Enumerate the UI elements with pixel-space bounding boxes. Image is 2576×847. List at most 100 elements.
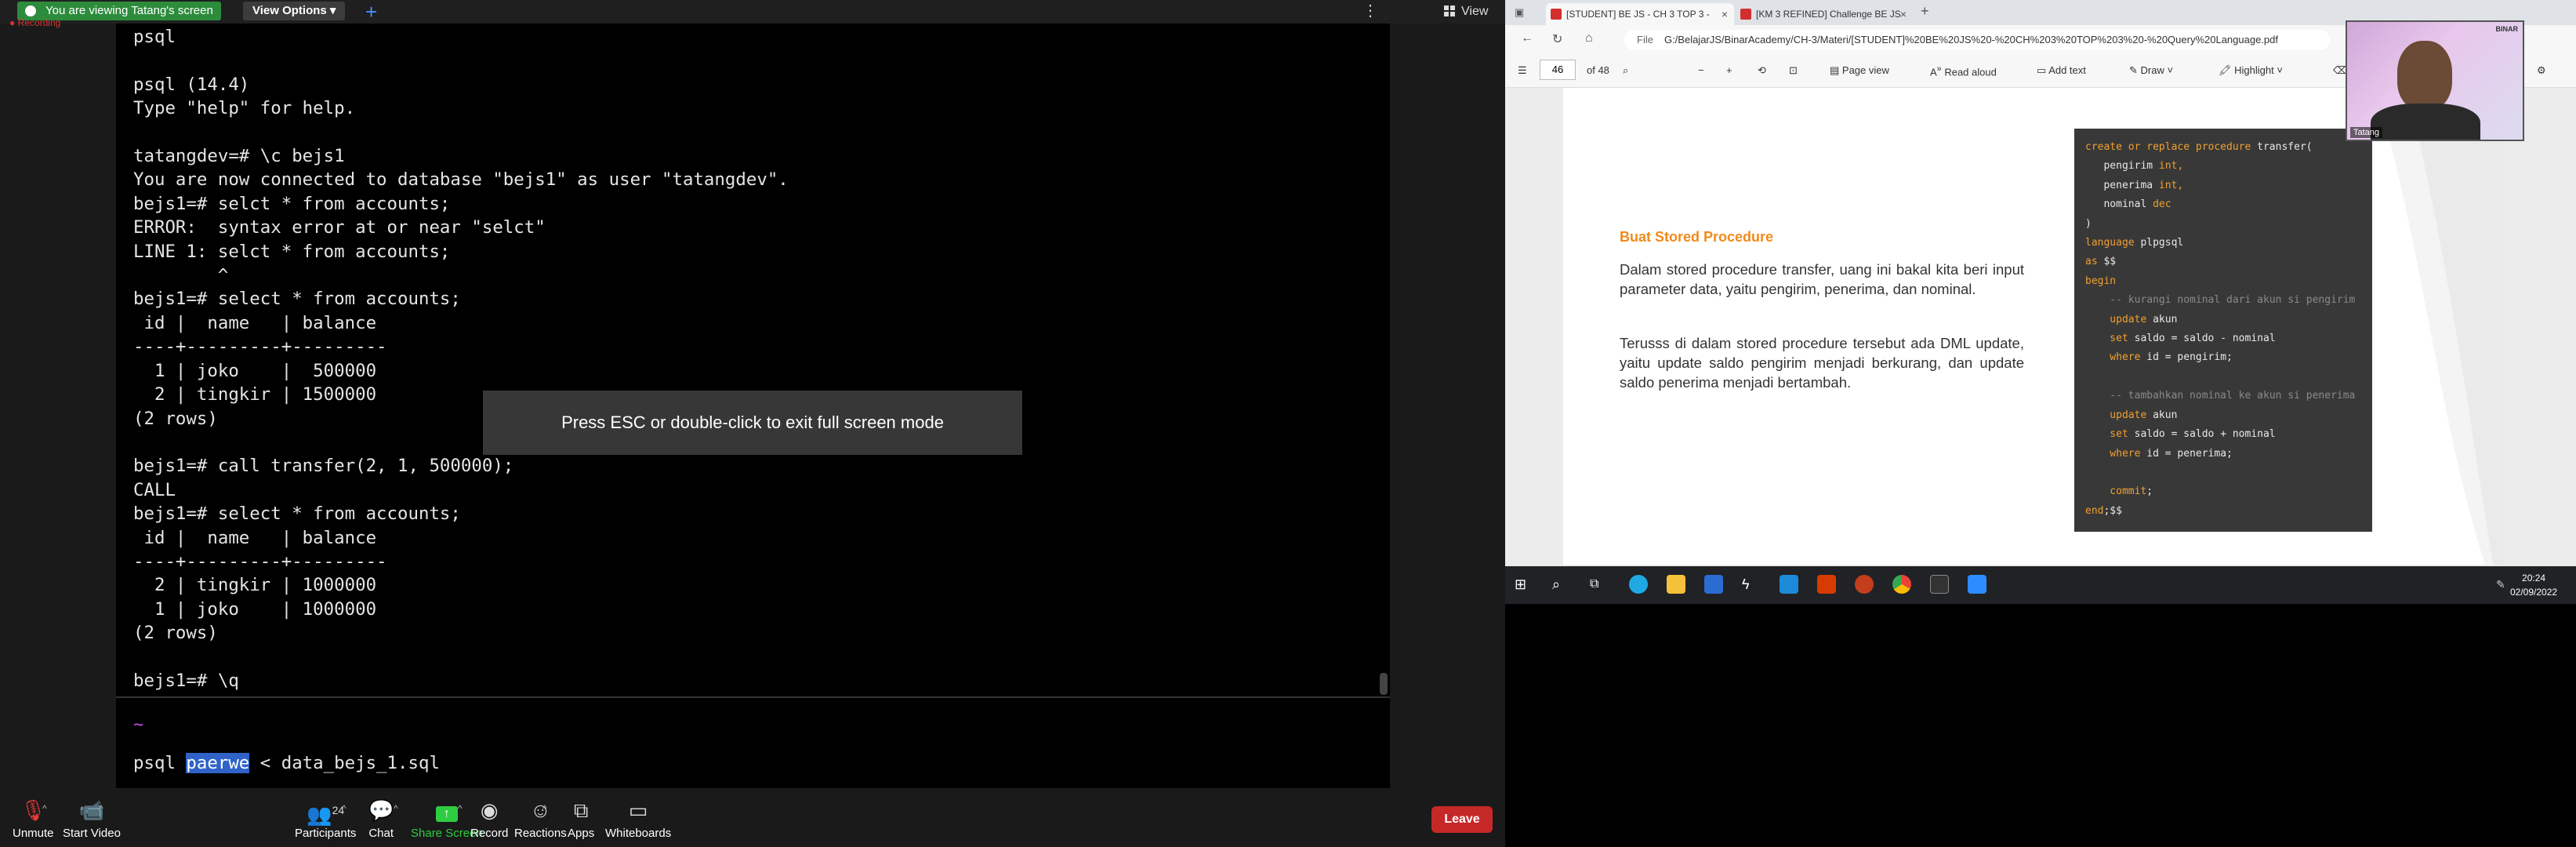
terminal-line: id | name | balance: [133, 527, 377, 548]
file-label: File: [1637, 34, 1653, 45]
draw-button[interactable]: ✎ Draw ˅: [2129, 64, 2173, 77]
paragraph: Dalam stored procedure transfer, uang in…: [1620, 261, 2024, 297]
edge-icon[interactable]: [1629, 575, 1648, 594]
chat-icon: 💬: [368, 798, 394, 822]
search-icon[interactable]: ⌕: [1623, 64, 1628, 77]
close-tab-icon[interactable]: ×: [1900, 3, 1907, 25]
terminal-line: bejs1=# \q: [133, 670, 239, 691]
chrome-icon[interactable]: [1892, 575, 1911, 594]
read-aloud-button[interactable]: A» Read aloud: [1930, 64, 1997, 78]
view-button[interactable]: View: [1444, 5, 1488, 19]
participants-button[interactable]: 👥24 Participants: [295, 798, 356, 840]
highlight-button[interactable]: 🖍 Highlight ˅: [2219, 64, 2283, 77]
back-icon[interactable]: ←: [1521, 31, 1533, 45]
winamp-icon[interactable]: ϟ: [1742, 575, 1761, 594]
add-text-button[interactable]: ▭ Add text: [2037, 64, 2086, 77]
terminal-line: You are now connected to database "bejs1…: [133, 169, 789, 191]
share-caret[interactable]: ^: [458, 803, 463, 814]
terminal-line: ERROR: syntax error at or near "selct": [133, 217, 546, 238]
home-icon[interactable]: ⌂: [1585, 31, 1593, 45]
windows-start-icon[interactable]: ⊞: [1515, 575, 1533, 594]
view-options-button[interactable]: View Options ▾: [243, 2, 346, 20]
whiteboards-button[interactable]: ▭ Whiteboards: [605, 798, 671, 840]
record-button[interactable]: ◉ Record: [470, 798, 508, 840]
webcam-thumbnail[interactable]: BINAR Tatang: [2346, 20, 2524, 141]
reactions-caret[interactable]: ^: [542, 803, 547, 814]
rotate-icon[interactable]: ⟲: [1758, 64, 1766, 77]
zoom-out-icon[interactable]: −: [1698, 64, 1704, 76]
webcam-name: Tatang: [2350, 127, 2383, 138]
terminal-output: psql psql (14.4) Type "help" for help. ta…: [133, 25, 1372, 693]
terminal-line: Type "help" for help.: [133, 98, 356, 119]
chat-caret[interactable]: ^: [394, 803, 398, 814]
terminal-line: bejs1=# select * from accounts;: [133, 289, 461, 310]
apps-icon: ⧉: [573, 798, 589, 822]
record-icon: ◉: [480, 798, 499, 822]
paragraph: Terusss di dalam stored procedure terseb…: [1620, 335, 2024, 391]
unmute-button[interactable]: 🎙 Unmute: [13, 798, 54, 840]
pdf-icon: [1551, 9, 1562, 20]
terminal-line: id | name | balance: [133, 312, 377, 333]
refresh-icon[interactable]: ↻: [1552, 31, 1562, 47]
leave-button[interactable]: Leave: [1431, 806, 1493, 833]
terminal-icon[interactable]: [1930, 575, 1949, 594]
apps-button[interactable]: ⧉ Apps: [568, 798, 594, 840]
terminal-line: bejs1=# select * from accounts;: [133, 503, 461, 525]
person-body: [2371, 104, 2480, 140]
person-head: [2397, 41, 2452, 110]
terminal-line: ----+---------+---------: [133, 336, 387, 358]
new-tab-icon[interactable]: +: [1921, 3, 1929, 20]
participants-caret[interactable]: ^: [342, 803, 346, 814]
terminal-line: LINE 1: selct * from accounts;: [133, 241, 451, 262]
file-explorer-icon[interactable]: [1667, 575, 1685, 594]
start-video-button[interactable]: 📹 Start Video: [63, 798, 121, 840]
terminal-line: ^: [133, 265, 229, 286]
zoom-in-icon[interactable]: +: [1726, 64, 1732, 76]
code-text: create or replace procedure transfer( pe…: [2085, 141, 2356, 517]
task-view-icon[interactable]: ⧉: [1590, 575, 1609, 594]
search-icon[interactable]: ⌕: [1552, 575, 1571, 594]
store-icon[interactable]: [1704, 575, 1723, 594]
add-tab-icon[interactable]: +: [365, 0, 377, 24]
microphone-muted-icon: 🎙: [20, 798, 46, 822]
close-tab-icon[interactable]: ×: [1722, 3, 1728, 25]
audio-options-caret[interactable]: ^: [42, 803, 47, 814]
terminal-line: 1 | joko | 500000: [133, 360, 377, 381]
more-options-icon[interactable]: ⋮: [1362, 3, 1378, 19]
fullscreen-toast: Press ESC or double-click to exit full s…: [483, 391, 1022, 455]
terminal-tilde: ~: [133, 715, 144, 735]
terminal-line: bejs1=# selct * from accounts;: [133, 193, 451, 214]
office-icon[interactable]: [1817, 575, 1836, 594]
zoom-icon[interactable]: [1968, 575, 1986, 594]
chat-button[interactable]: 💬 Chat: [368, 798, 394, 840]
sidebar-icon[interactable]: ▣: [1515, 6, 1524, 19]
fit-page-icon[interactable]: ⊡: [1789, 64, 1798, 77]
terminal-line: CALL: [133, 479, 176, 500]
browser-tab[interactable]: [STUDENT] BE JS - CH 3 TOP 3 - ×: [1546, 3, 1734, 25]
browser-tab[interactable]: [KM 3 REFINED] Challenge BE JS ×: [1736, 3, 1913, 25]
page-decoration: [2375, 88, 2504, 565]
mail-icon[interactable]: [1780, 575, 1798, 594]
page-total: of 48: [1587, 64, 1609, 76]
terminal-line: ----+---------+---------: [133, 551, 387, 572]
terminal-input[interactable]: psql paerwe < data_bejs_1.sql: [133, 753, 440, 773]
settings-icon[interactable]: ⚙: [2537, 64, 2546, 77]
smiley-icon: ☺: [530, 798, 551, 822]
terminal-line: tatangdev=# \c bejs1: [133, 146, 345, 167]
address-bar[interactable]: File G:/BelajarJS/BinarAcademy/CH-3/Mater…: [1624, 30, 2330, 50]
reactions-button[interactable]: ☺ Reactions: [514, 798, 567, 840]
page-view-button[interactable]: ▤ Page view: [1830, 64, 1889, 77]
taskbar-clock[interactable]: 20:24 02/09/2022: [2510, 571, 2557, 599]
powerpoint-icon[interactable]: [1855, 575, 1874, 594]
whiteboard-icon: ▭: [628, 798, 648, 822]
scrollbar[interactable]: [1380, 673, 1388, 695]
pdf-icon: [1740, 9, 1751, 20]
contents-icon[interactable]: ☰: [1518, 64, 1527, 77]
video-options-caret[interactable]: ^: [99, 803, 103, 814]
chevron-down-icon: ▾: [329, 4, 336, 17]
video-off-icon: 📹: [78, 798, 105, 822]
page-number-input[interactable]: 46: [1540, 60, 1576, 80]
windows-taskbar: [1505, 566, 2576, 604]
